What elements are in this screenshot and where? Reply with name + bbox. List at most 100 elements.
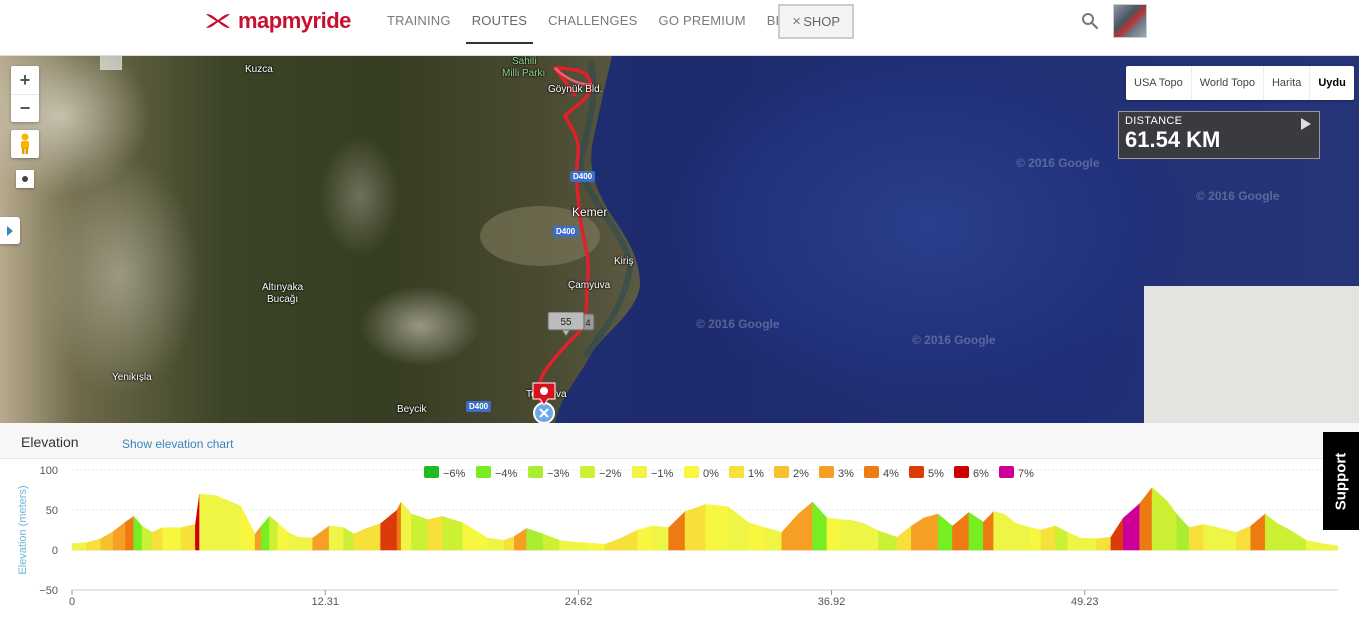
legend-swatch bbox=[528, 466, 543, 478]
elevation-segment bbox=[1250, 513, 1266, 551]
elevation-segment bbox=[71, 542, 87, 551]
elevation-segment bbox=[112, 521, 126, 551]
expand-panel-button[interactable] bbox=[0, 217, 20, 244]
map-place-label: Çamyuva bbox=[568, 280, 611, 291]
elevation-segment bbox=[277, 522, 289, 551]
google-watermark: © 2016 Google bbox=[912, 333, 996, 347]
elevation-segment bbox=[727, 506, 750, 551]
shop-button[interactable]: ✕ SHOP bbox=[778, 4, 854, 39]
elevation-segment bbox=[328, 525, 344, 551]
tilt-control[interactable] bbox=[16, 170, 34, 188]
elevation-segment bbox=[353, 528, 367, 551]
elevation-segment bbox=[968, 511, 984, 551]
elevation-segment bbox=[812, 501, 828, 551]
elevation-segment bbox=[215, 495, 241, 551]
elevation-segment bbox=[1040, 525, 1056, 551]
legend-label: 3% bbox=[838, 468, 854, 480]
elevation-segment bbox=[923, 513, 939, 551]
legend-swatch bbox=[476, 466, 491, 478]
street-view-pegman-icon[interactable] bbox=[11, 130, 39, 158]
legend-swatch bbox=[424, 466, 439, 478]
legend-swatch bbox=[580, 466, 595, 478]
map-type-harita[interactable]: Harita bbox=[1264, 66, 1311, 100]
support-tab[interactable]: Support bbox=[1323, 432, 1359, 530]
elevation-segment bbox=[896, 525, 912, 551]
legend-swatch bbox=[819, 466, 834, 478]
route-end-marker[interactable] bbox=[530, 381, 560, 423]
nav-routes[interactable]: ROUTES bbox=[465, 0, 534, 44]
elevation-segment bbox=[151, 527, 163, 551]
x-tick-label: 49.23 bbox=[1071, 596, 1099, 608]
map-place-label: Sahili bbox=[512, 56, 537, 67]
elevation-segment bbox=[287, 532, 299, 551]
elevation-segment bbox=[937, 513, 953, 551]
elevation-segment bbox=[1217, 527, 1237, 551]
logo-text: mapmyride bbox=[238, 8, 351, 33]
x-tick-label: 36.92 bbox=[818, 596, 846, 608]
map-place-label: Kuzca bbox=[245, 64, 273, 75]
nav-go-premium[interactable]: GO PREMIUM bbox=[659, 0, 746, 44]
legend-swatch bbox=[684, 466, 699, 478]
elevation-segment bbox=[100, 531, 114, 551]
elevation-segment bbox=[586, 542, 606, 551]
distance-value: 61.54 KM bbox=[1125, 127, 1221, 152]
search-icon[interactable] bbox=[1081, 12, 1099, 30]
map-place-label: Kiriş bbox=[614, 256, 634, 267]
mile-marker[interactable]: 55 4 bbox=[546, 312, 596, 338]
legend-swatch bbox=[909, 466, 924, 478]
elevation-segment bbox=[487, 537, 505, 551]
elevation-segment bbox=[1079, 537, 1097, 551]
elevation-segment bbox=[765, 527, 782, 551]
mapmyride-logo[interactable]: mapmyride bbox=[203, 8, 351, 33]
zoom-in-button[interactable]: + bbox=[11, 66, 39, 94]
elevation-segment bbox=[705, 504, 729, 551]
elevation-segment bbox=[748, 522, 766, 551]
map-type-uydu[interactable]: Uydu bbox=[1310, 66, 1354, 100]
elevation-segment bbox=[1096, 536, 1112, 551]
user-avatar[interactable] bbox=[1113, 4, 1147, 38]
elevation-segment bbox=[514, 527, 527, 551]
map-type-usa-topo[interactable]: USA Topo bbox=[1126, 66, 1192, 100]
legend-label: −3% bbox=[547, 468, 570, 480]
elevation-segment bbox=[571, 541, 587, 551]
elevation-segment bbox=[1289, 529, 1307, 551]
elevation-segment bbox=[1277, 523, 1291, 551]
distance-panel[interactable]: DISTANCE 61.54 KM bbox=[1118, 111, 1320, 159]
x-tick-label: 0 bbox=[69, 596, 75, 608]
elevation-segment bbox=[442, 516, 464, 551]
elevation-segment bbox=[604, 537, 622, 551]
legend-label: 5% bbox=[928, 468, 944, 480]
road-badge: D400 bbox=[466, 401, 492, 412]
y-axis-label: Elevation (meters) bbox=[17, 485, 29, 574]
zoom-out-button[interactable]: − bbox=[11, 94, 39, 122]
chevron-right-icon bbox=[7, 225, 13, 236]
elevation-segment bbox=[503, 536, 515, 551]
elevation-segment bbox=[637, 525, 653, 551]
legend-swatch bbox=[864, 466, 879, 478]
show-elevation-chart-link[interactable]: Show elevation chart bbox=[122, 437, 233, 451]
play-icon[interactable] bbox=[1301, 118, 1311, 130]
elevation-segment bbox=[1110, 517, 1124, 551]
elevation-segment bbox=[240, 505, 256, 551]
elevation-segment bbox=[952, 511, 970, 551]
elevation-chart[interactable]: 100 50 0 −50 0 12.31 24.62 36.92 49.23 Elevation … bbox=[0, 459, 1359, 620]
elevation-segment bbox=[261, 515, 270, 551]
elevation-segment bbox=[1188, 524, 1204, 551]
elevation-segment bbox=[1176, 513, 1190, 551]
mile-marker-suffix: 4 bbox=[585, 318, 590, 328]
route-map[interactable]: © 2016 Google © 2016 Google © 2016 Googl… bbox=[0, 56, 1359, 423]
x-tick-label: 24.62 bbox=[565, 596, 593, 608]
elevation-segment bbox=[621, 529, 638, 551]
nav-training[interactable]: TRAINING bbox=[387, 0, 451, 44]
y-tick-label: 0 bbox=[52, 545, 58, 557]
x-tick-label: 12.31 bbox=[311, 596, 339, 608]
elevation-header: Elevation Show elevation chart bbox=[0, 423, 1359, 459]
elevation-segment bbox=[396, 501, 402, 551]
legend-label: −4% bbox=[495, 468, 518, 480]
zoom-controls: + − bbox=[11, 66, 39, 122]
elevation-segment bbox=[1236, 525, 1252, 551]
nav-challenges[interactable]: CHALLENGES bbox=[548, 0, 637, 44]
elevation-segment bbox=[254, 525, 262, 551]
map-type-world-topo[interactable]: World Topo bbox=[1192, 66, 1264, 100]
map-place-label: Beycik bbox=[397, 404, 427, 415]
